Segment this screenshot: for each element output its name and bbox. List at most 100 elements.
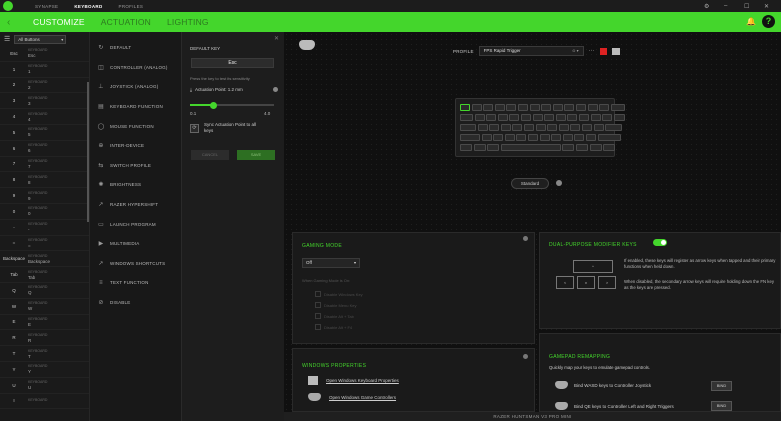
keyboard-key[interactable] <box>589 144 602 151</box>
disable-alt-tab-checkbox[interactable]: Disable Alt + Tab <box>315 313 354 319</box>
keyboard-key[interactable] <box>564 104 575 111</box>
key-row[interactable]: T KEYBOARD T <box>0 346 89 362</box>
keyboard-key[interactable] <box>552 104 563 111</box>
keyboard-key[interactable] <box>500 124 511 131</box>
keyboard-key[interactable] <box>500 144 561 151</box>
function-disable[interactable]: ⊘ DISABLE <box>90 293 181 313</box>
keyboard-key[interactable] <box>603 144 616 151</box>
key-row[interactable]: 5 KEYBOARD 5 <box>0 125 89 141</box>
keyboard-properties-link[interactable]: Open Windows Keyboard Properties <box>308 376 399 385</box>
keyboard-key[interactable] <box>520 114 531 121</box>
function-default[interactable]: ↻ DEFAULT <box>90 38 181 58</box>
profile-select[interactable]: FPS Rapid Trigger ⊙ ▾ <box>478 46 584 56</box>
keyboard-key[interactable] <box>523 124 534 131</box>
keyboard-key[interactable] <box>593 124 604 131</box>
menu-icon[interactable]: ☰ <box>4 35 10 43</box>
keyboard-key[interactable] <box>551 134 562 141</box>
close-window-icon[interactable]: ✕ <box>764 0 769 12</box>
function-text-function[interactable]: ≡ TEXT FUNCTION <box>90 273 181 293</box>
keyboard-key[interactable] <box>493 134 504 141</box>
keyboard-key[interactable] <box>532 114 543 121</box>
key-row[interactable]: 7 KEYBOARD 7 <box>0 157 89 173</box>
keyboard-key[interactable] <box>541 104 552 111</box>
keyboard-key[interactable] <box>599 104 610 111</box>
keyboard-key[interactable] <box>486 114 497 121</box>
info-icon[interactable] <box>523 354 528 359</box>
keyboard-key[interactable] <box>590 114 601 121</box>
keyboard-key[interactable] <box>613 114 625 121</box>
key-row[interactable]: Y KEYBOARD Y <box>0 362 89 378</box>
keyboard-key[interactable] <box>483 104 494 111</box>
bind-qe-button[interactable]: BIND <box>711 401 732 411</box>
tab-lighting[interactable]: LIGHTING <box>167 17 209 27</box>
key-row[interactable]: Esc KEYBOARD Esc <box>0 46 89 62</box>
keyboard-key[interactable] <box>460 114 473 121</box>
key-row[interactable]: I KEYBOARD <box>0 394 89 410</box>
keyboard-key[interactable] <box>610 104 625 111</box>
keyboard-key[interactable] <box>562 144 575 151</box>
key-row[interactable]: 1 KEYBOARD 1 <box>0 62 89 78</box>
keyboard-key[interactable] <box>567 114 578 121</box>
function-razer-hypershift[interactable]: ↗ RAZER HYPERSHIFT <box>90 195 181 215</box>
top-tab-synapse[interactable]: SYNAPSE <box>35 4 58 9</box>
keyboard-key[interactable] <box>460 144 472 151</box>
keyboard-key[interactable] <box>570 124 581 131</box>
razer-logo-icon[interactable] <box>3 1 13 11</box>
maximize-icon[interactable]: ☐ <box>744 0 750 12</box>
game-controllers-link[interactable]: Open Windows Game Controllers <box>308 393 396 401</box>
keyboard-key[interactable] <box>497 114 508 121</box>
key-row[interactable]: 0 KEYBOARD 0 <box>0 204 89 220</box>
info-icon[interactable] <box>523 236 528 241</box>
key-row[interactable]: Backspace KEYBOARD Backspace <box>0 251 89 268</box>
keyboard-key[interactable] <box>512 124 523 131</box>
close-editor-icon[interactable]: ✕ <box>274 35 279 42</box>
key-row[interactable]: E KEYBOARD E <box>0 315 89 331</box>
keyboard-key[interactable] <box>509 114 520 121</box>
cancel-button[interactable]: CANCEL <box>191 150 229 160</box>
notification-bell-icon[interactable]: 🔔 <box>746 17 756 26</box>
keyboard-key[interactable] <box>547 124 558 131</box>
key-field[interactable]: Esc <box>191 58 274 68</box>
slider-handle[interactable] <box>210 101 218 109</box>
keyboard-key[interactable] <box>602 114 613 121</box>
settings-icon[interactable]: ⚙ <box>704 0 710 12</box>
function-keyboard-function[interactable]: ▤ KEYBOARD FUNCTION <box>90 97 181 117</box>
key-row[interactable]: = KEYBOARD = <box>0 236 89 252</box>
save-button[interactable]: SAVE <box>237 150 275 160</box>
top-tab-keyboard[interactable]: KEYBOARD <box>74 4 102 9</box>
keyboard-key[interactable] <box>487 144 500 151</box>
function-brightness[interactable]: ✺ BRIGHTNESS <box>90 175 181 195</box>
button-filter-select[interactable]: All Buttons <box>14 34 67 44</box>
keyboard-key[interactable] <box>481 134 492 141</box>
key-row[interactable]: Tab KEYBOARD Tab <box>0 267 89 283</box>
info-icon[interactable] <box>273 87 278 92</box>
keyboard-key[interactable] <box>489 124 500 131</box>
key-row[interactable]: U KEYBOARD U <box>0 378 89 394</box>
keyboard-key[interactable] <box>516 134 527 141</box>
bind-wasd-button[interactable]: BIND <box>711 381 732 391</box>
keyboard-key[interactable] <box>575 144 588 151</box>
keyboard-key[interactable] <box>473 144 486 151</box>
keyboard-key[interactable] <box>494 104 505 111</box>
minimize-icon[interactable]: – <box>724 0 728 12</box>
key-row[interactable]: 4 KEYBOARD 4 <box>0 109 89 125</box>
keyboard-key[interactable] <box>597 134 621 141</box>
function-mouse-function[interactable]: ◯ MOUSE FUNCTION <box>90 116 181 136</box>
keyboard-key[interactable] <box>474 114 485 121</box>
disable-alt-f4-checkbox[interactable]: Disable Alt + F4 <box>315 324 352 330</box>
keyboard-key[interactable] <box>460 134 480 141</box>
keyboard-key[interactable] <box>585 134 596 141</box>
keyboard-key[interactable] <box>605 124 623 131</box>
disable-menu-key-checkbox[interactable]: Disable Menu Key <box>315 302 356 308</box>
key-row[interactable]: - KEYBOARD - <box>0 220 89 236</box>
keyboard-key[interactable] <box>539 134 550 141</box>
gaming-mode-select[interactable]: Off ▾ <box>302 258 360 268</box>
key-row[interactable]: 9 KEYBOARD 9 <box>0 188 89 204</box>
keyboard-key[interactable] <box>504 134 515 141</box>
keyboard-key[interactable] <box>574 134 585 141</box>
keyboard-key[interactable] <box>575 104 586 111</box>
function-switch-profile[interactable]: ⇆ SWITCH PROFILE <box>90 156 181 176</box>
sync-icon[interactable]: ⟳ <box>190 123 199 133</box>
function-joystick-analog[interactable]: ⊥ JOYSTICK (ANALOG) <box>90 77 181 97</box>
keyboard-key[interactable] <box>477 124 488 131</box>
